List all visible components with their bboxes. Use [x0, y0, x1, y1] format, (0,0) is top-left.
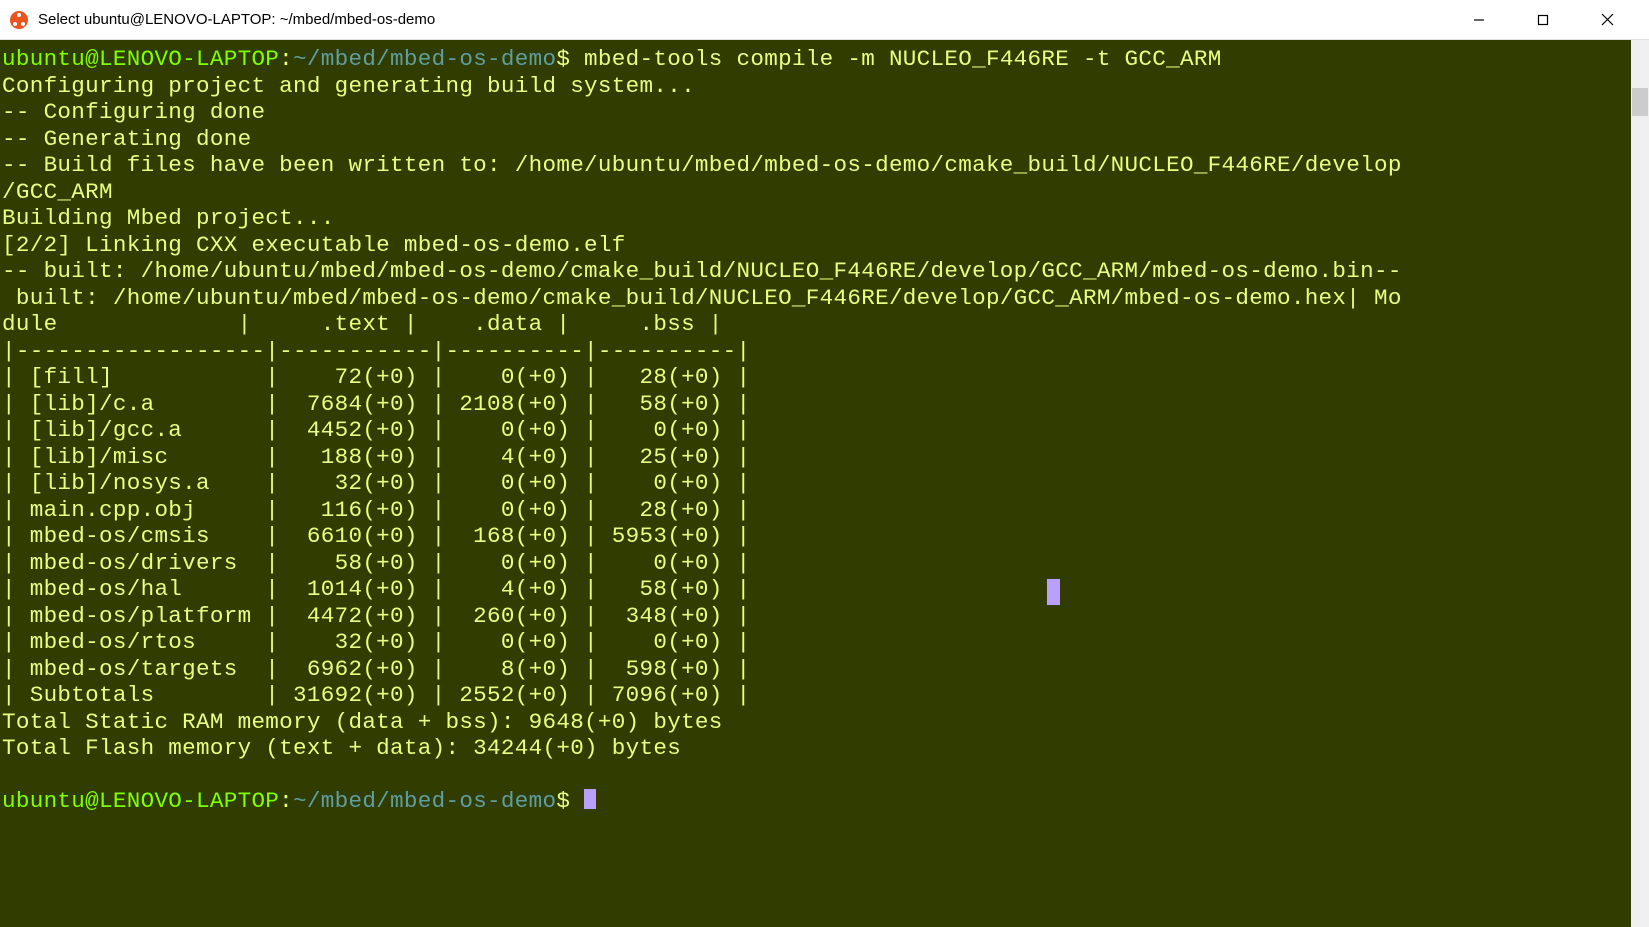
output-line: Configuring project and generating build… [2, 73, 695, 99]
output-line: Building Mbed project... [2, 205, 335, 231]
table-row: | [lib]/gcc.a | 4452(+0) | 0(+0) | 0(+0)… [2, 417, 750, 443]
output-line: dule | .text | .data | .bss | [2, 311, 723, 337]
table-row: | mbed-os/cmsis | 6610(+0) | 168(+0) | 5… [2, 523, 750, 549]
prompt-colon: : [279, 46, 293, 72]
table-row: | [lib]/nosys.a | 32(+0) | 0(+0) | 0(+0)… [2, 470, 750, 496]
command-text: mbed-tools compile -m NUCLEO_F446RE -t G… [570, 46, 1221, 72]
terminal-cursor [584, 789, 596, 809]
window-controls [1461, 6, 1639, 34]
prompt2-user-host: ubuntu@LENOVO-LAPTOP [2, 788, 279, 814]
table-row: | mbed-os/targets | 6962(+0) | 8(+0) | 5… [2, 656, 750, 682]
output-line: -- Build files have been written to: /ho… [2, 152, 1402, 178]
minimize-button[interactable] [1461, 6, 1497, 34]
scrollbar[interactable] [1631, 40, 1649, 927]
prompt2-path: ~/mbed/mbed-os-demo [293, 788, 556, 814]
output-line: built: /home/ubuntu/mbed/mbed-os-demo/cm… [2, 285, 1402, 311]
output-line: Total Flash memory (text + data): 34244(… [2, 735, 681, 761]
output-line: |------------------|-----------|--------… [2, 338, 750, 364]
output-line: /GCC_ARM [2, 179, 113, 205]
maximize-icon [1537, 14, 1549, 26]
table-row: | mbed-os/hal | 1014(+0) | 4(+0) | 58(+0… [2, 576, 750, 602]
table-row: | main.cpp.obj | 116(+0) | 0(+0) | 28(+0… [2, 497, 750, 523]
table-row: | mbed-os/rtos | 32(+0) | 0(+0) | 0(+0) … [2, 629, 750, 655]
output-line: Total Static RAM memory (data + bss): 96… [2, 709, 723, 735]
selection-highlight [1047, 579, 1060, 605]
close-icon [1601, 13, 1614, 26]
output-line: -- Generating done [2, 126, 251, 152]
minimize-icon [1473, 14, 1485, 26]
prompt-user-host: ubuntu@LENOVO-LAPTOP [2, 46, 279, 72]
window-title: Select ubuntu@LENOVO-LAPTOP: ~/mbed/mbed… [38, 11, 435, 28]
output-line: -- Configuring done [2, 99, 265, 125]
window-titlebar: Select ubuntu@LENOVO-LAPTOP: ~/mbed/mbed… [0, 0, 1649, 40]
close-button[interactable] [1589, 6, 1625, 34]
output-line: [2/2] Linking CXX executable mbed-os-dem… [2, 232, 626, 258]
table-row: | mbed-os/drivers | 58(+0) | 0(+0) | 0(+… [2, 550, 750, 576]
table-row: | mbed-os/platform | 4472(+0) | 260(+0) … [2, 603, 750, 629]
table-row: | Subtotals | 31692(+0) | 2552(+0) | 709… [2, 682, 750, 708]
terminal-output: ubuntu@LENOVO-LAPTOP:~/mbed/mbed-os-demo… [0, 40, 1649, 815]
terminal-area[interactable]: ubuntu@LENOVO-LAPTOP:~/mbed/mbed-os-demo… [0, 40, 1649, 927]
prompt2-colon: : [279, 788, 293, 814]
prompt-path: ~/mbed/mbed-os-demo [293, 46, 556, 72]
ubuntu-icon [10, 11, 28, 29]
prompt-dollar: $ [556, 46, 570, 72]
prompt2-dollar: $ [556, 788, 570, 814]
scrollbar-thumb[interactable] [1632, 88, 1648, 116]
table-row: | [lib]/c.a | 7684(+0) | 2108(+0) | 58(+… [2, 391, 750, 417]
table-row: | [fill] | 72(+0) | 0(+0) | 28(+0) | [2, 364, 750, 390]
maximize-button[interactable] [1525, 6, 1561, 34]
output-line: -- built: /home/ubuntu/mbed/mbed-os-demo… [2, 258, 1402, 284]
table-row: | [lib]/misc | 188(+0) | 4(+0) | 25(+0) … [2, 444, 750, 470]
